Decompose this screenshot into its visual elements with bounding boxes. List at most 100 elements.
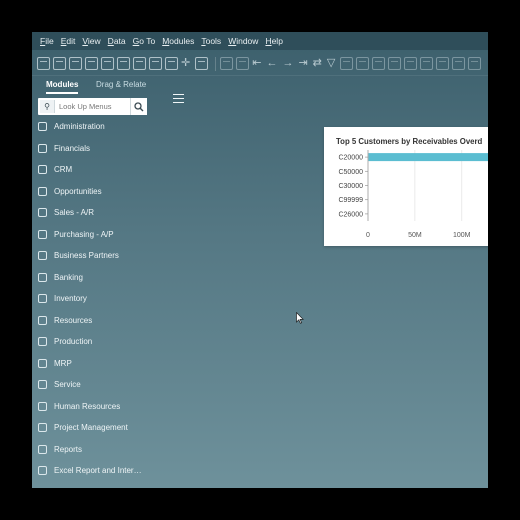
crm-icon xyxy=(38,165,47,175)
sidebar-item-excel[interactable]: Excel Report and Inter… xyxy=(36,460,156,482)
sort-icon[interactable] xyxy=(340,57,354,70)
base-document-icon[interactable] xyxy=(356,57,370,70)
email-icon[interactable] xyxy=(85,57,98,70)
gross-profit-icon[interactable] xyxy=(388,57,402,70)
sidebar-item-label: MRP xyxy=(54,358,72,368)
sap-window: File Edit View Data Go To Modules Tools … xyxy=(32,32,488,488)
swap-icon[interactable]: ⇄ xyxy=(313,57,322,70)
mrp-icon xyxy=(38,358,47,368)
refresh-icon[interactable] xyxy=(236,57,250,70)
menu-help[interactable]: Help xyxy=(265,36,282,46)
sidebar-item-label: Financials xyxy=(54,143,91,153)
sidebar-item-label: Sales - A/R xyxy=(54,208,95,218)
lock-icon[interactable] xyxy=(220,57,234,70)
sidebar-item-label: Banking xyxy=(54,272,83,282)
panel-tabs: Modules Drag & Relate xyxy=(32,78,162,94)
sidebar-item-tag[interactable]: Sales - A/R xyxy=(36,202,156,224)
receivables-chart: 0 50M 100M C20000 C50000 C30000 C99999 C26000 xyxy=(338,150,489,239)
filter-icon[interactable]: ▽ xyxy=(327,57,335,70)
messages-icon[interactable] xyxy=(468,57,482,70)
print-preview-icon[interactable] xyxy=(69,57,82,70)
menu-tools[interactable]: Tools xyxy=(201,36,221,46)
menu-edit[interactable]: Edit xyxy=(61,36,76,46)
preview-icon[interactable] xyxy=(37,57,50,70)
menu-window[interactable]: Window xyxy=(228,36,258,46)
sms-icon[interactable] xyxy=(101,57,114,70)
menu-view[interactable]: View xyxy=(82,36,100,46)
excel-icon xyxy=(38,466,47,476)
tab-modules[interactable]: Modules xyxy=(46,80,78,89)
menu-bar: File Edit View Data Go To Modules Tools … xyxy=(32,32,488,50)
sidebar-item-service[interactable]: Service xyxy=(36,374,156,396)
target-document-icon[interactable] xyxy=(372,57,386,70)
sidebar-item-label: Service xyxy=(54,380,81,390)
sidebar-item-label: CRM xyxy=(54,165,73,175)
sidebar-item-label: Inventory xyxy=(54,294,87,304)
calendar-icon[interactable] xyxy=(420,57,434,70)
print-icon[interactable] xyxy=(53,57,66,70)
y-tick-label: C20000 xyxy=(338,155,363,162)
menu-modules[interactable]: Modules xyxy=(162,36,194,46)
service-icon xyxy=(38,380,47,390)
excel-export-icon[interactable] xyxy=(117,57,130,70)
next-record-icon[interactable]: → xyxy=(282,57,293,70)
tag-icon xyxy=(38,208,47,218)
sidebar-item-gear[interactable]: Administration xyxy=(36,116,156,138)
production-icon xyxy=(38,337,47,347)
layout-designer-icon[interactable] xyxy=(452,57,466,70)
sidebar-item-partners[interactable]: Business Partners xyxy=(36,245,156,267)
hamburger-menu-icon[interactable] xyxy=(173,94,184,104)
x-tick-label: 100M xyxy=(453,232,471,239)
y-tick-label: C50000 xyxy=(338,169,363,176)
settings-form-icon[interactable] xyxy=(195,57,209,70)
sidebar-item-label: Human Resources xyxy=(54,401,121,411)
sidebar-item-label: Production xyxy=(54,337,93,347)
sidebar-item-project[interactable]: Project Management xyxy=(36,417,156,439)
find-icon[interactable] xyxy=(165,57,178,70)
sidebar-item-inventory[interactable]: Inventory xyxy=(36,288,156,310)
menu-data[interactable]: Data xyxy=(108,36,126,46)
sidebar-item-person[interactable]: Human Resources xyxy=(36,396,156,418)
toolbar-separator xyxy=(215,56,217,71)
journal-icon[interactable] xyxy=(404,57,418,70)
tab-drag-relate[interactable]: Drag & Relate xyxy=(96,80,146,89)
y-tick-label: C99999 xyxy=(338,197,363,204)
y-tick-label: C30000 xyxy=(338,183,363,190)
sidebar-item-label: Business Partners xyxy=(54,251,119,261)
sidebar-item-production[interactable]: Production xyxy=(36,331,156,353)
menu-lookup-icon[interactable]: ⚲ xyxy=(40,100,55,113)
sidebar-item-chart[interactable]: Financials xyxy=(36,138,156,160)
transaction-icon[interactable] xyxy=(436,57,450,70)
modules-list: Administration Financials CRM Opportunities… xyxy=(36,116,156,482)
pdf-export-icon[interactable] xyxy=(133,57,146,70)
person-icon xyxy=(38,401,47,411)
sidebar-item-label: Administration xyxy=(54,122,105,132)
bank-icon xyxy=(38,272,47,282)
first-record-icon[interactable]: ⇤ xyxy=(252,57,261,70)
bar-c20000[interactable] xyxy=(368,153,489,162)
sidebar-item-label: Purchasing - A/P xyxy=(54,229,114,239)
menu-goto[interactable]: Go To xyxy=(133,36,156,46)
previous-record-icon[interactable]: ← xyxy=(266,57,277,70)
sidebar-item-reports[interactable]: Reports xyxy=(36,439,156,461)
sidebar-item-cart[interactable]: Purchasing - A/P xyxy=(36,224,156,246)
receivables-widget[interactable]: Top 5 Customers by Receivables Overd 0 50… xyxy=(324,127,488,246)
sidebar-item-mrp[interactable]: MRP xyxy=(36,353,156,375)
sidebar-item-resources[interactable]: Resources xyxy=(36,310,156,332)
search-button[interactable] xyxy=(130,98,147,115)
add-icon[interactable]: ✛ xyxy=(181,57,190,70)
menu-file[interactable]: File xyxy=(40,36,54,46)
project-icon xyxy=(38,423,47,433)
sidebar-item-opportunities[interactable]: Opportunities xyxy=(36,181,156,203)
sidebar-item-bank[interactable]: Banking xyxy=(36,267,156,289)
y-tick-label: C26000 xyxy=(338,211,363,218)
inventory-icon xyxy=(38,294,47,304)
cart-icon xyxy=(38,229,47,239)
sidebar-item-label: Resources xyxy=(54,315,93,325)
search-input[interactable] xyxy=(59,102,131,111)
word-export-icon[interactable] xyxy=(149,57,162,70)
last-record-icon[interactable]: ⇥ xyxy=(298,57,307,70)
active-tab-indicator xyxy=(46,92,78,94)
gear-icon xyxy=(38,122,47,132)
sidebar-item-crm[interactable]: CRM xyxy=(36,159,156,181)
